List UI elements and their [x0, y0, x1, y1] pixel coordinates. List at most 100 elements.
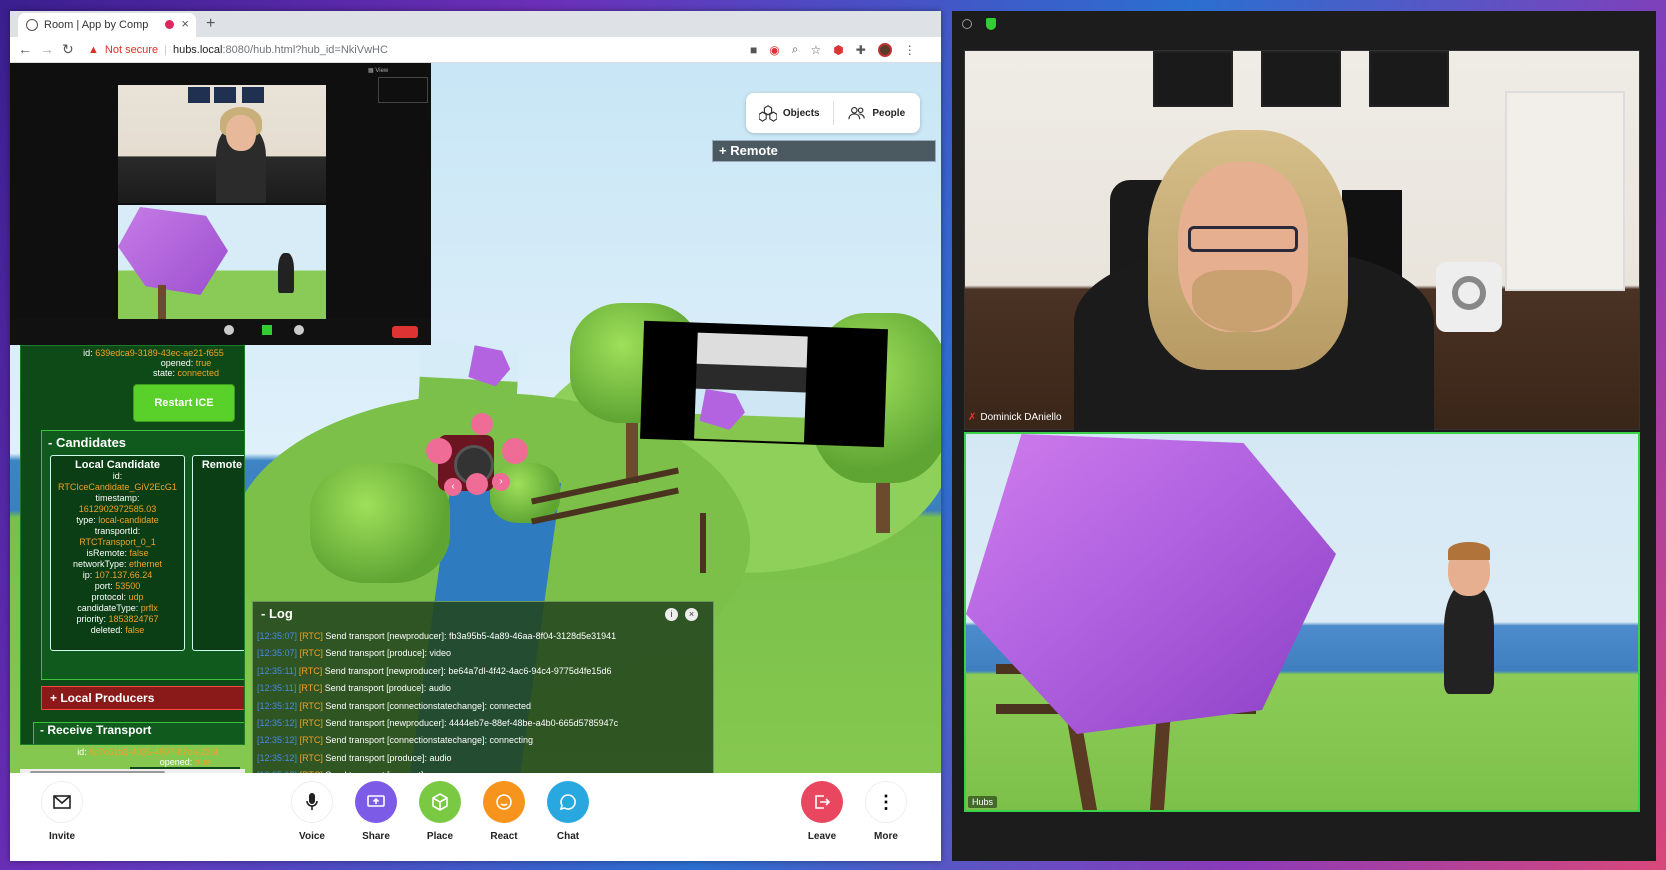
forward-icon[interactable]: → [40, 41, 54, 57]
leave-icon [801, 781, 843, 823]
poster [188, 87, 210, 103]
info-icon[interactable]: i [665, 608, 678, 621]
candidate-row: timestamp: [95, 493, 140, 503]
purple-gem [463, 345, 511, 387]
security-shield-icon[interactable] [986, 18, 996, 30]
browser-actions: ■ ◉ ⌕ ☆ ⬢ ✚ ⋮ [750, 42, 916, 57]
poster [1369, 51, 1449, 107]
local-producers-section[interactable]: + Local Producers [41, 686, 244, 710]
reload-icon[interactable]: ↻ [62, 41, 74, 58]
candidate-row: networkType: ethernet [72, 559, 163, 569]
globe-icon [26, 19, 38, 31]
voice-button[interactable]: Voice [282, 781, 342, 842]
candidate-row: id: [112, 471, 123, 481]
candidate-row: deleted: false [90, 625, 145, 635]
webcam-thumbnail [695, 332, 808, 393]
microphone-icon [291, 781, 333, 823]
candidate-row: transportId: [94, 526, 141, 536]
remote-candidate-title: Remote [201, 459, 243, 471]
log-line: [12:35:12] [RTC] Send transport [newprod… [257, 718, 619, 729]
security-label: Not secure [104, 44, 159, 56]
log-line: [12:35:12] [RTC] Send transport [produce… [257, 752, 452, 763]
log-line: [12:35:11] [RTC] Send transport [newprod… [257, 665, 612, 676]
door [1505, 91, 1625, 291]
back-icon[interactable]: ← [18, 41, 32, 57]
star-icon[interactable]: ☆ [810, 43, 821, 57]
tree-trunk [158, 285, 166, 323]
extensions-icon[interactable]: ✚ [856, 43, 866, 57]
cube-icon [419, 781, 461, 823]
new-tab-icon[interactable]: + [206, 15, 215, 33]
remote-panel-header[interactable]: + Remote [712, 140, 936, 162]
inset-leave-button [392, 326, 418, 338]
purple-gem [966, 434, 1336, 734]
hubs-scene[interactable]: ‹ › ▦ View id: 639edca9-3189-43ec-ae21-f… [10, 63, 941, 773]
log-line: [12:35:12] [RTC] Send transport [connect… [257, 700, 532, 711]
people-button[interactable]: People [834, 93, 921, 133]
hubs-tile-label: Hubs [968, 796, 998, 808]
url-host: hubs.local [172, 44, 223, 56]
leave-button[interactable]: Leave [792, 781, 852, 842]
camera-icon[interactable]: ■ [750, 43, 757, 57]
restart-ice-button[interactable]: Restart ICE [133, 384, 235, 422]
candidate-row: priority: 1853824767 [76, 614, 159, 624]
local-candidate-card: Local Candidate id: RTCIceCandidate_GiV2… [50, 455, 185, 651]
menu-icon[interactable]: ⋮ [904, 43, 916, 57]
blocked-icon[interactable]: ◉ [769, 43, 779, 57]
avatar [278, 253, 294, 293]
scene-thumbnail [694, 388, 806, 443]
prev-arrow-icon[interactable]: ‹ [444, 478, 462, 496]
zoom-icon[interactable]: ⌕ [792, 42, 799, 57]
video-right-button[interactable] [502, 438, 528, 464]
receive-transport-section: - Receive Transport [33, 722, 244, 744]
chat-icon [294, 325, 304, 335]
log-line: [12:35:07] [RTC] Send transport [produce… [257, 648, 451, 659]
candidates-title[interactable]: - Candidates [48, 435, 126, 450]
more-button[interactable]: ⋮ More [856, 781, 916, 842]
candidate-row: RTCIceCandidate_GiV2EcG1 [58, 482, 177, 492]
candidate-row: protocol: udp [91, 592, 144, 602]
next-arrow-icon[interactable]: › [492, 473, 510, 491]
smiley-icon [483, 781, 525, 823]
camera-record-button[interactable] [466, 473, 488, 495]
profile-avatar[interactable] [877, 42, 892, 57]
hubs-video-tile[interactable] [964, 432, 1640, 812]
close-icon[interactable]: × [685, 608, 698, 621]
log-lines: [12:35:07] [RTC] Send transport [newprod… [257, 628, 711, 773]
shield-extension-icon[interactable]: ⬢ [833, 43, 843, 57]
shared-video-frame[interactable] [640, 320, 888, 448]
place-button[interactable]: Place [410, 781, 470, 842]
invite-button[interactable]: Invite [32, 781, 92, 842]
candidate-row: port: 53500 [94, 581, 141, 591]
camera-snap-button[interactable] [471, 413, 493, 435]
share-icon [262, 325, 272, 335]
share-button[interactable]: Share [346, 781, 406, 842]
receive-transport-title[interactable]: - Receive Transport [40, 723, 244, 737]
fence-post [700, 513, 706, 573]
candidate-row: 1612902972585.03 [78, 504, 157, 514]
floating-photo[interactable] [418, 340, 520, 406]
close-tab-icon[interactable]: × [181, 16, 189, 31]
candidate-row: isRemote: false [86, 548, 149, 558]
objects-people-toggle: Objects People [746, 93, 920, 133]
react-button[interactable]: React [474, 781, 534, 842]
muted-mic-icon: ✗ [968, 412, 977, 423]
inset-hubs-view [118, 205, 326, 323]
tab-bar: Room | App by Comp × + [10, 11, 941, 37]
local-candidate-title: Local Candidate [75, 459, 160, 471]
info-icon[interactable] [962, 19, 972, 29]
poster [242, 87, 264, 103]
chat-button[interactable]: Chat [538, 781, 598, 842]
local-candidate-rows: id: RTCIceCandidate_GiV2EcG1 timestamp: 1… [51, 471, 184, 636]
video-left-button[interactable] [426, 438, 452, 464]
objects-button[interactable]: Objects [746, 93, 833, 133]
log-title[interactable]: - Log [261, 606, 293, 621]
poster [1153, 51, 1233, 107]
purple-gem [694, 389, 745, 431]
browser-tab[interactable]: Room | App by Comp × [18, 13, 196, 37]
candidate-row: candidateType: prflx [77, 603, 158, 613]
address-bar[interactable]: ▲ Not secure | hubs.local:8080/hub.html?… [88, 40, 708, 60]
screen-share-icon [355, 781, 397, 823]
log-panel: - Log i × [12:35:07] [RTC] Send transpor… [252, 601, 714, 773]
glasses [1188, 226, 1298, 252]
